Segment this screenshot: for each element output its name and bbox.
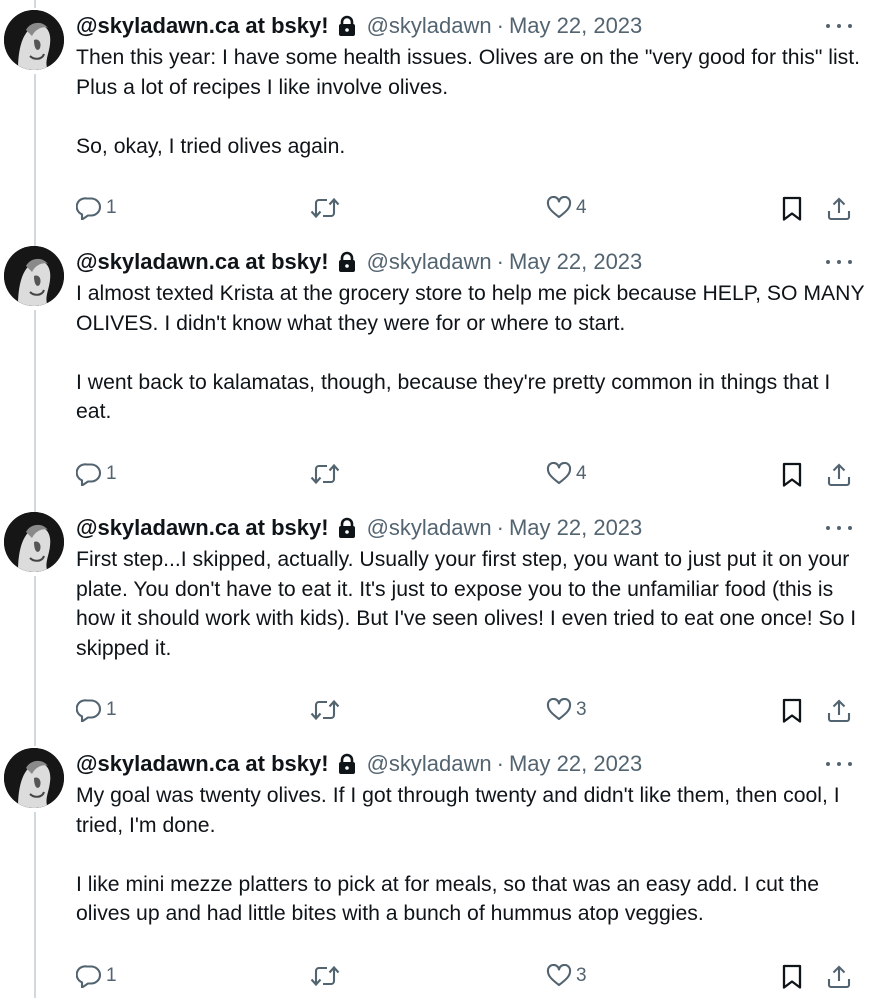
more-icon[interactable]	[826, 756, 852, 772]
bookmark-icon	[781, 462, 803, 488]
lock-icon	[337, 753, 357, 775]
retweet-icon	[310, 196, 340, 220]
share-button[interactable]	[826, 196, 852, 222]
separator: ·	[496, 515, 504, 540]
tweet-text: My goal was twenty olives. If I got thro…	[76, 784, 840, 926]
bookmark-button[interactable]	[781, 964, 803, 990]
reply-count: 1	[106, 197, 117, 218]
tweet-header: @skyladawn.ca at bsky! @skyladawn · May …	[76, 12, 642, 40]
like-button[interactable]: 3	[546, 964, 587, 988]
reply-icon	[76, 964, 102, 988]
display-name[interactable]: @skyladawn.ca at bsky!	[76, 13, 329, 39]
retweet-icon	[310, 964, 340, 988]
timestamp[interactable]: May 22, 2023	[509, 751, 642, 777]
tweet-header: @skyladawn.ca at bsky! @skyladawn · May …	[76, 514, 642, 542]
bookmark-button[interactable]	[781, 698, 803, 724]
bookmark-icon	[781, 196, 803, 222]
bookmark-button[interactable]	[781, 196, 803, 222]
handle[interactable]: @skyladawn	[367, 13, 492, 39]
action-bar: 1 3	[0, 698, 877, 726]
heart-icon	[546, 462, 572, 486]
reply-count: 1	[106, 965, 117, 986]
retweet-button[interactable]	[310, 698, 344, 722]
tweet-header: @skyladawn.ca at bsky! @skyladawn · May …	[76, 248, 642, 276]
action-bar: 1 3	[0, 964, 877, 992]
heart-icon	[546, 698, 572, 722]
timestamp[interactable]: May 22, 2023	[509, 249, 642, 275]
timestamp[interactable]: May 22, 2023	[509, 515, 642, 541]
like-button[interactable]: 4	[546, 196, 587, 220]
reply-count: 1	[106, 463, 117, 484]
avatar[interactable]	[4, 748, 64, 808]
share-button[interactable]	[826, 964, 852, 990]
lock-icon	[337, 517, 357, 539]
retweet-button[interactable]	[310, 462, 344, 486]
handle[interactable]: @skyladawn	[367, 515, 492, 541]
reply-button[interactable]: 1	[76, 462, 117, 486]
share-icon	[826, 462, 852, 488]
reply-button[interactable]: 1	[76, 698, 117, 722]
heart-icon	[546, 196, 572, 220]
display-name[interactable]: @skyladawn.ca at bsky!	[76, 751, 329, 777]
more-icon[interactable]	[826, 520, 852, 536]
bookmark-button[interactable]	[781, 462, 803, 488]
share-button[interactable]	[826, 698, 852, 724]
separator: ·	[496, 751, 504, 776]
tweet-text: First step...I skipped, actually. Usuall…	[76, 548, 863, 660]
more-icon[interactable]	[826, 254, 852, 270]
more-icon[interactable]	[826, 18, 852, 34]
separator: ·	[496, 249, 504, 274]
retweet-button[interactable]	[310, 196, 344, 220]
handle[interactable]: @skyladawn	[367, 249, 492, 275]
reply-icon	[76, 698, 102, 722]
avatar[interactable]	[4, 10, 64, 70]
like-count: 4	[576, 197, 587, 218]
share-icon	[826, 196, 852, 222]
retweet-icon	[310, 462, 340, 486]
reply-icon	[76, 462, 102, 486]
tweet-text: I almost texted Krista at the grocery st…	[76, 282, 865, 424]
action-bar: 1 4	[0, 462, 877, 490]
lock-icon	[337, 251, 357, 273]
retweet-icon	[310, 698, 340, 722]
action-bar: 1 4	[0, 196, 877, 224]
bookmark-icon	[781, 698, 803, 724]
heart-icon	[546, 964, 572, 988]
avatar[interactable]	[4, 512, 64, 572]
thread-line-top	[34, 0, 36, 8]
tweet-text: Then this year: I have some health issue…	[76, 46, 861, 158]
share-button[interactable]	[826, 462, 852, 488]
share-icon	[826, 964, 852, 990]
avatar[interactable]	[4, 246, 64, 306]
reply-button[interactable]: 1	[76, 964, 117, 988]
like-button[interactable]: 4	[546, 462, 587, 486]
timestamp[interactable]: May 22, 2023	[509, 13, 642, 39]
reply-button[interactable]: 1	[76, 196, 117, 220]
display-name[interactable]: @skyladawn.ca at bsky!	[76, 249, 329, 275]
separator: ·	[496, 13, 504, 38]
like-count: 3	[576, 699, 587, 720]
lock-icon	[337, 15, 357, 37]
retweet-button[interactable]	[310, 964, 344, 988]
like-count: 4	[576, 463, 587, 484]
reply-icon	[76, 196, 102, 220]
handle[interactable]: @skyladawn	[367, 751, 492, 777]
like-count: 3	[576, 965, 587, 986]
tweet-header: @skyladawn.ca at bsky! @skyladawn · May …	[76, 750, 642, 778]
like-button[interactable]: 3	[546, 698, 587, 722]
share-icon	[826, 698, 852, 724]
reply-count: 1	[106, 699, 117, 720]
display-name[interactable]: @skyladawn.ca at bsky!	[76, 515, 329, 541]
bookmark-icon	[781, 964, 803, 990]
